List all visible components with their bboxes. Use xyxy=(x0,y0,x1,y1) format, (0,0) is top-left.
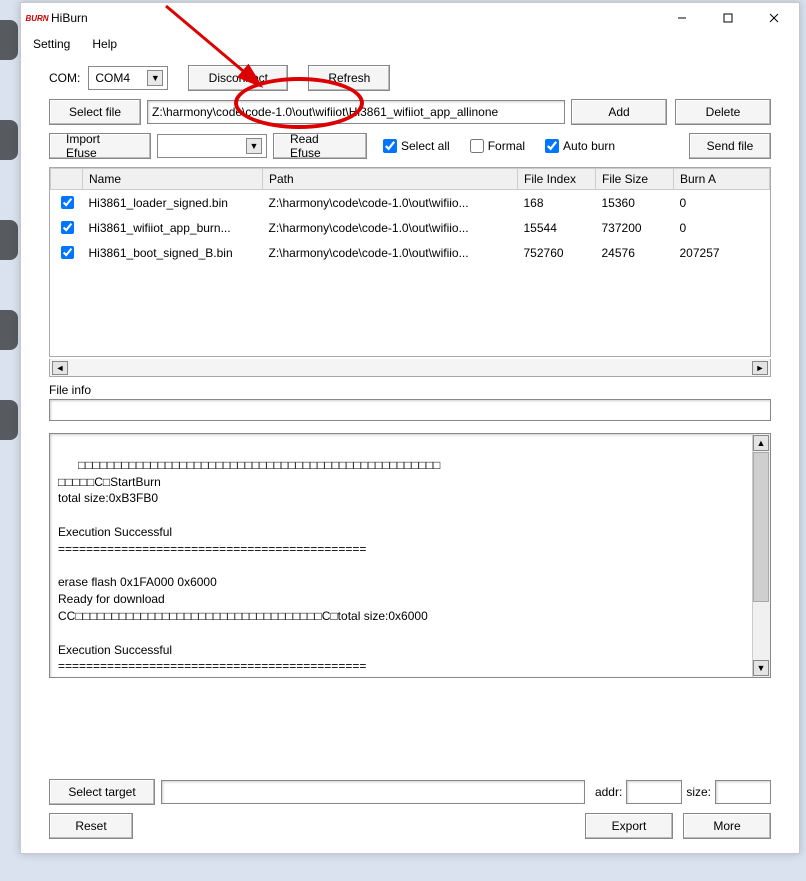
com-select[interactable]: COM4 ▼ xyxy=(88,66,168,90)
scroll-thumb[interactable] xyxy=(753,452,769,602)
cell-file-size: 737200 xyxy=(596,215,674,240)
refresh-button[interactable]: Refresh xyxy=(308,65,390,91)
select-file-button[interactable]: Select file xyxy=(49,99,141,125)
cell-path: Z:\harmony\code\code-1.0\out\wifiio... xyxy=(263,240,518,265)
table-row[interactable]: Hi3861_boot_signed_B.binZ:\harmony\code\… xyxy=(51,240,770,265)
menu-bar: Setting Help xyxy=(21,33,799,55)
minimize-button[interactable] xyxy=(659,3,705,33)
table-scrollbar[interactable]: ◄ ► xyxy=(49,359,771,377)
title-bar[interactable]: BURN HiBurn xyxy=(21,3,799,33)
scroll-right-icon[interactable]: ► xyxy=(752,361,768,375)
com-label: COM: xyxy=(49,71,80,85)
col-check[interactable] xyxy=(51,169,83,190)
cell-file-index: 168 xyxy=(518,190,596,216)
cell-file-size: 24576 xyxy=(596,240,674,265)
cell-name: Hi3861_boot_signed_B.bin xyxy=(83,240,263,265)
window-title: HiBurn xyxy=(51,11,88,25)
select-target-button[interactable]: Select target xyxy=(49,779,155,805)
menu-help[interactable]: Help xyxy=(88,35,121,53)
app-window: BURN HiBurn Setting Help COM: COM4 ▼ xyxy=(20,2,800,854)
chevron-down-icon: ▼ xyxy=(147,70,163,86)
chevron-down-icon: ▼ xyxy=(246,138,262,154)
desktop-icon xyxy=(0,220,18,260)
col-burn-addr[interactable]: Burn A xyxy=(674,169,770,190)
col-path[interactable]: Path xyxy=(263,169,518,190)
cell-file-size: 15360 xyxy=(596,190,674,216)
scroll-down-icon[interactable]: ▼ xyxy=(753,660,769,676)
minimize-icon xyxy=(677,13,687,23)
desktop-icon xyxy=(0,120,18,160)
scroll-left-icon[interactable]: ◄ xyxy=(52,361,68,375)
add-button[interactable]: Add xyxy=(571,99,667,125)
menu-setting[interactable]: Setting xyxy=(29,35,74,53)
file-table[interactable]: Name Path File Index File Size Burn A Hi… xyxy=(49,167,771,357)
table-row[interactable]: Hi3861_loader_signed.binZ:\harmony\code\… xyxy=(51,190,770,216)
maximize-button[interactable] xyxy=(705,3,751,33)
log-output[interactable]: □□□□□□□□□□□□□□□□□□□□□□□□□□□□□□□□□□□□□□□□… xyxy=(49,433,771,678)
cell-file-index: 752760 xyxy=(518,240,596,265)
cell-path: Z:\harmony\code\code-1.0\out\wifiio... xyxy=(263,190,518,216)
cell-path: Z:\harmony\code\code-1.0\out\wifiio... xyxy=(263,215,518,240)
cell-name: Hi3861_loader_signed.bin xyxy=(83,190,263,216)
desktop-icon xyxy=(0,400,18,440)
desktop-icon xyxy=(0,20,18,60)
target-field[interactable] xyxy=(161,780,585,804)
com-value: COM4 xyxy=(95,71,130,85)
maximize-icon xyxy=(723,13,733,23)
read-efuse-button[interactable]: Read Efuse xyxy=(273,133,367,159)
auto-burn-checkbox[interactable]: Auto burn xyxy=(541,136,615,156)
app-icon: BURN xyxy=(29,10,45,26)
disconnect-button[interactable]: Disconnect xyxy=(188,65,288,91)
table-row[interactable]: Hi3861_wifiiot_app_burn...Z:\harmony\cod… xyxy=(51,215,770,240)
log-text: □□□□□□□□□□□□□□□□□□□□□□□□□□□□□□□□□□□□□□□□… xyxy=(58,458,440,678)
fileinfo-label: File info xyxy=(49,383,771,397)
row-checkbox[interactable] xyxy=(61,246,74,259)
row-checkbox[interactable] xyxy=(61,196,74,209)
cell-burn-addr: 0 xyxy=(674,215,770,240)
cell-file-index: 15544 xyxy=(518,215,596,240)
row-checkbox[interactable] xyxy=(61,221,74,234)
desktop-icon xyxy=(0,310,18,350)
formal-checkbox[interactable]: Formal xyxy=(466,136,525,156)
efuse-select[interactable]: ▼ xyxy=(157,134,267,158)
cell-name: Hi3861_wifiiot_app_burn... xyxy=(83,215,263,240)
size-label: size: xyxy=(686,785,711,799)
file-path-field[interactable]: Z:\harmony\code\code-1.0\out\wifiiot\Hi3… xyxy=(147,100,565,124)
select-all-checkbox[interactable]: Select all xyxy=(379,136,450,156)
size-field[interactable] xyxy=(715,780,771,804)
close-button[interactable] xyxy=(751,3,797,33)
export-button[interactable]: Export xyxy=(585,813,673,839)
import-efuse-button[interactable]: Import Efuse xyxy=(49,133,151,159)
delete-button[interactable]: Delete xyxy=(675,99,771,125)
col-file-size[interactable]: File Size xyxy=(596,169,674,190)
fileinfo-field[interactable] xyxy=(49,399,771,421)
close-icon xyxy=(769,13,779,23)
col-name[interactable]: Name xyxy=(83,169,263,190)
reset-button[interactable]: Reset xyxy=(49,813,133,839)
scroll-up-icon[interactable]: ▲ xyxy=(753,435,769,451)
addr-label: addr: xyxy=(595,785,622,799)
more-button[interactable]: More xyxy=(683,813,771,839)
cell-burn-addr: 207257 xyxy=(674,240,770,265)
send-file-button[interactable]: Send file xyxy=(689,133,771,159)
addr-field[interactable] xyxy=(626,780,682,804)
col-file-index[interactable]: File Index xyxy=(518,169,596,190)
cell-burn-addr: 0 xyxy=(674,190,770,216)
